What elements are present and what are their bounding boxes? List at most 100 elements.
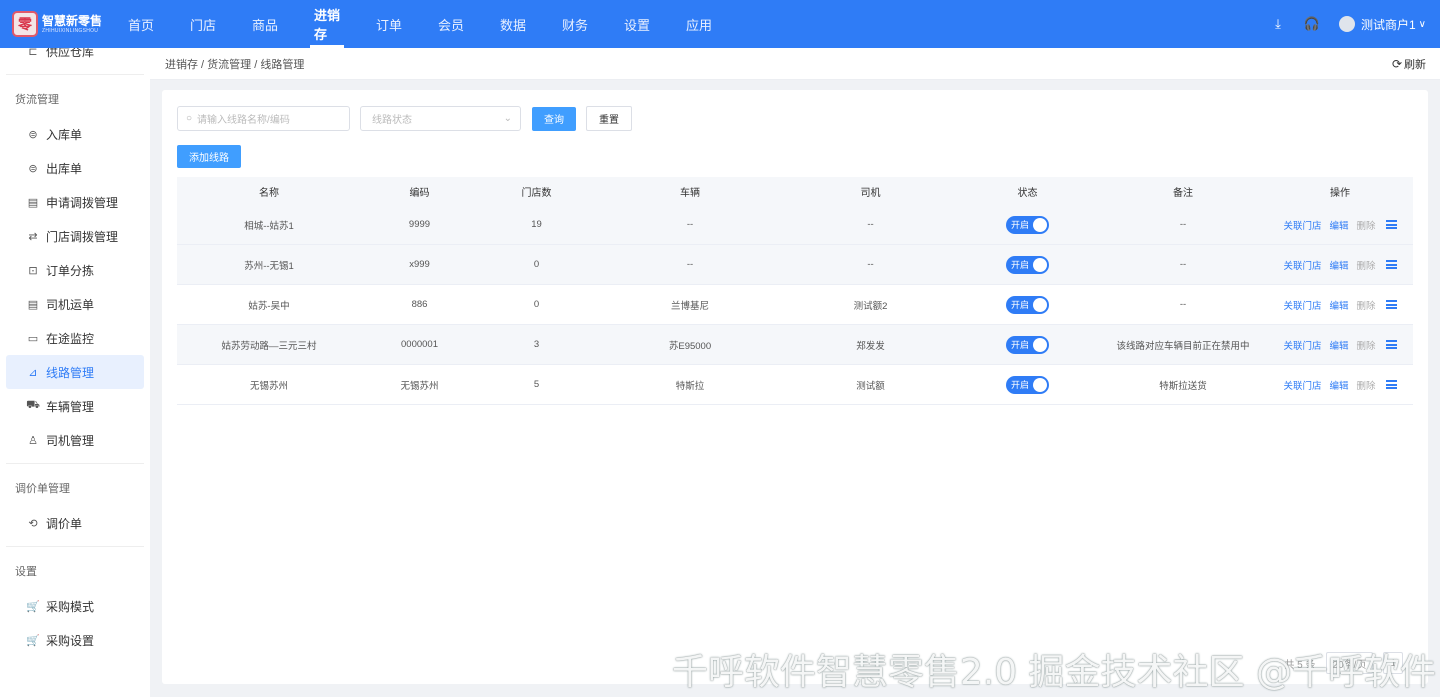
divider bbox=[6, 74, 144, 75]
sidebar-item[interactable]: ▤ 申请调拨管理 bbox=[6, 185, 144, 219]
cell-code: 9999 bbox=[408, 219, 431, 230]
table-row: 姑苏-吴中 886 0 兰博基尼 测试额2 开启 -- 关联门店 编辑 删除 bbox=[177, 285, 1413, 325]
nav-item-4[interactable]: 订单 bbox=[358, 0, 420, 48]
status-label: 开启 bbox=[1011, 300, 1030, 310]
nav-item-1[interactable]: 门店 bbox=[172, 0, 234, 48]
page-number[interactable]: 1 bbox=[1383, 652, 1403, 674]
menu-icon: ▤ bbox=[27, 298, 39, 311]
sidebar-item[interactable]: ▤ 司机运单 bbox=[6, 287, 144, 321]
refresh-icon: ⟳ bbox=[1391, 57, 1402, 71]
sidebar-item-label: 申请调拨管理 bbox=[46, 195, 119, 210]
edit-button[interactable]: 编辑 bbox=[1329, 298, 1348, 312]
status-toggle[interactable]: 开启 bbox=[1006, 215, 1049, 234]
column-header: 编码 bbox=[409, 187, 430, 199]
sidebar-item[interactable]: ⟲ 调价单 bbox=[6, 506, 144, 540]
cell-name: 无锡苏州 bbox=[249, 380, 288, 392]
menu-icon: 🛒 bbox=[26, 600, 40, 613]
toggle-knob bbox=[1033, 217, 1047, 232]
brand-name: 智慧新零售 bbox=[42, 13, 103, 28]
breadcrumb-bar: 进销存 / 货流管理 / 线路管理 ⟳ 刷新 bbox=[150, 48, 1440, 80]
column-header: 门店数 bbox=[521, 187, 552, 199]
sidebar-item[interactable]: ⊜ 入库单 bbox=[6, 117, 144, 151]
nav-item-7[interactable]: 财务 bbox=[544, 0, 606, 48]
edit-button[interactable]: 编辑 bbox=[1329, 258, 1348, 272]
delete-button[interactable]: 删除 bbox=[1357, 218, 1376, 232]
add-route-button[interactable]: 添加线路 bbox=[177, 145, 241, 168]
nav-item-9[interactable]: 应用 bbox=[668, 0, 730, 48]
nav-item-2[interactable]: 商品 bbox=[234, 0, 296, 48]
list-menu-icon[interactable] bbox=[1385, 380, 1397, 389]
nav-item-8[interactable]: 设置 bbox=[606, 0, 668, 48]
list-menu-icon[interactable] bbox=[1385, 260, 1397, 269]
delete-button[interactable]: 删除 bbox=[1357, 258, 1376, 272]
list-menu-icon[interactable] bbox=[1385, 220, 1397, 229]
edit-button[interactable]: 编辑 bbox=[1329, 378, 1348, 392]
brand-logo[interactable]: 零 智慧新零售 ZHIHUIXINLINGSHOU bbox=[0, 11, 110, 37]
cell-stores: 0 bbox=[533, 259, 540, 270]
delete-button[interactable]: 删除 bbox=[1357, 338, 1376, 352]
table-header: 名称 编码 门店数 车辆 司机 状态 备注 操作 bbox=[177, 177, 1413, 205]
sidebar-group-logistics: 货流管理 bbox=[15, 94, 59, 106]
status-placeholder: 线路状态 bbox=[372, 115, 412, 126]
sidebar-item[interactable]: 🛒 采购模式 bbox=[6, 589, 144, 623]
column-header: 名称 bbox=[259, 187, 279, 199]
sidebar-item[interactable]: ♙ 司机管理 bbox=[6, 423, 144, 457]
link-store-button[interactable]: 关联门店 bbox=[1283, 298, 1321, 312]
edit-button[interactable]: 编辑 bbox=[1329, 218, 1348, 232]
cell-vehicle: 苏E95000 bbox=[668, 340, 712, 352]
cell-remark: -- bbox=[1179, 299, 1187, 310]
download-icon[interactable]: ⤓ bbox=[1261, 16, 1295, 32]
edit-button[interactable]: 编辑 bbox=[1329, 338, 1348, 352]
top-navbar: 零 智慧新零售 ZHIHUIXINLINGSHOU 首页 门店 商品 进销存 订单 会员数… bbox=[0, 0, 1440, 48]
status-toggle[interactable]: 开启 bbox=[1006, 375, 1049, 394]
status-toggle[interactable]: 开启 bbox=[1006, 335, 1049, 354]
sidebar-item[interactable]: ⇄ 门店调拨管理 bbox=[6, 219, 144, 253]
cell-code: 0000001 bbox=[401, 339, 438, 350]
reset-button[interactable]: 重置 bbox=[586, 106, 632, 131]
cell-stores: 19 bbox=[531, 219, 542, 230]
headset-icon[interactable]: 🎧 bbox=[1295, 16, 1329, 32]
sidebar-item-supply-warehouse[interactable]: ⊏ 供应仓库 bbox=[6, 48, 144, 68]
column-header: 操作 bbox=[1330, 187, 1350, 199]
list-menu-icon[interactable] bbox=[1385, 340, 1397, 349]
status-label: 开启 bbox=[1011, 260, 1030, 270]
link-store-button[interactable]: 关联门店 bbox=[1283, 338, 1321, 352]
link-store-button[interactable]: 关联门店 bbox=[1283, 378, 1321, 392]
status-label: 开启 bbox=[1011, 380, 1030, 390]
refresh-button[interactable]: ⟳ 刷新 bbox=[1392, 48, 1426, 80]
sidebar-item-label: 订单分拣 bbox=[46, 263, 95, 278]
page-size-select[interactable]: 20条/页 bbox=[1325, 652, 1374, 674]
sidebar-item[interactable]: ⊡ 订单分拣 bbox=[6, 253, 144, 287]
menu-icon: ⊜ bbox=[28, 162, 38, 175]
status-toggle[interactable]: 开启 bbox=[1006, 255, 1049, 274]
sidebar-group-settings: 设置 bbox=[15, 566, 37, 578]
cell-vehicle: -- bbox=[686, 259, 694, 270]
nav-item-6[interactable]: 数据 bbox=[482, 0, 544, 48]
list-menu-icon[interactable] bbox=[1385, 300, 1397, 309]
routes-table: 名称 编码 门店数 车辆 司机 状态 备注 操作 相城--姑苏1 9999 19 -- -- 开启 -- 关… bbox=[177, 177, 1413, 405]
cell-vehicle: 兰博基尼 bbox=[670, 300, 709, 312]
sidebar-item[interactable]: ⊜ 出库单 bbox=[6, 151, 144, 185]
status-select[interactable]: 线路状态 ⌄ bbox=[360, 106, 521, 131]
delete-button[interactable]: 删除 bbox=[1357, 298, 1376, 312]
sidebar-item[interactable]: ⛟ 车辆管理 bbox=[6, 389, 144, 423]
nav-item-5[interactable]: 会员 bbox=[420, 0, 482, 48]
nav-item-3[interactable]: 进销存 bbox=[296, 0, 358, 48]
sidebar-item[interactable]: ▭ 在途监控 bbox=[6, 321, 144, 355]
nav-item-0[interactable]: 首页 bbox=[110, 0, 172, 48]
cell-driver: 测试额2 bbox=[853, 300, 888, 312]
table-row: 相城--姑苏1 9999 19 -- -- 开启 -- 关联门店 编辑 删除 bbox=[177, 205, 1413, 245]
query-button[interactable]: 查询 bbox=[532, 106, 576, 131]
link-store-button[interactable]: 关联门店 bbox=[1283, 258, 1321, 272]
user-menu[interactable]: 测试商户1 ∨ bbox=[1338, 16, 1426, 33]
sidebar-item-label: 入库单 bbox=[46, 127, 83, 142]
cell-actions: 关联门店 编辑 删除 bbox=[1267, 298, 1413, 312]
status-toggle[interactable]: 开启 bbox=[1006, 295, 1049, 314]
delete-button[interactable]: 删除 bbox=[1357, 378, 1376, 392]
search-input[interactable]: ○ 请输入线路名称/编码 bbox=[177, 106, 350, 131]
sidebar-item[interactable]: 🛒 采购设置 bbox=[6, 623, 144, 657]
sidebar-item-label: 采购设置 bbox=[46, 633, 95, 648]
sidebar-item[interactable]: ⊿ 线路管理 bbox=[6, 355, 144, 389]
link-store-button[interactable]: 关联门店 bbox=[1283, 218, 1321, 232]
cell-stores: 3 bbox=[533, 339, 540, 350]
